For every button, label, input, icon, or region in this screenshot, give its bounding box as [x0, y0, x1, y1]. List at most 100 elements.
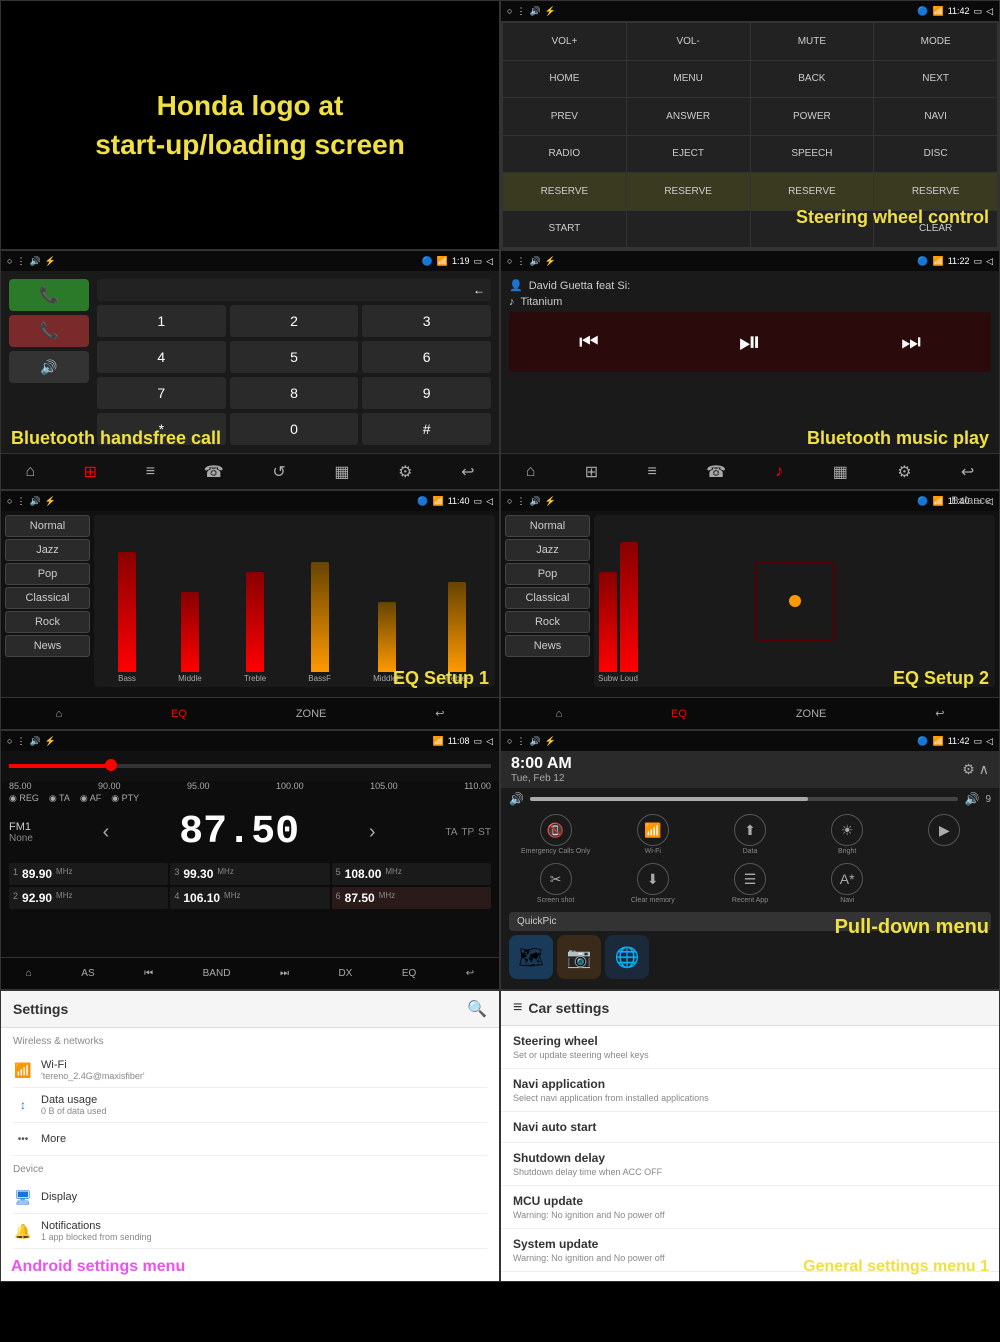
navi-auto-start-item[interactable]: Navi auto start: [501, 1112, 999, 1143]
eq-preset-normal[interactable]: Normal: [5, 515, 90, 537]
fm-preset-6[interactable]: 6 87.50 MHz: [332, 887, 491, 909]
fm-slider-track[interactable]: [9, 764, 491, 768]
num-8[interactable]: 8: [230, 377, 359, 409]
steer-disc[interactable]: DISC: [874, 136, 997, 173]
eq1-nav-home[interactable]: ⌂: [55, 708, 62, 720]
eq2-preset-jazz[interactable]: Jazz: [505, 539, 590, 561]
fm-preset-2[interactable]: 2 92.90 MHz: [9, 887, 168, 909]
steer-next[interactable]: NEXT: [874, 61, 997, 98]
eq2-preset-rock[interactable]: Rock: [505, 611, 590, 633]
display-item[interactable]: 🖥 Display: [13, 1181, 487, 1214]
notifications-item[interactable]: 🔔 Notifications 1 app blocked from sendi…: [13, 1214, 487, 1249]
pd-app-maps[interactable]: 🗺: [509, 935, 553, 979]
data-usage-item[interactable]: ↕ Data usage 0 B of data used: [13, 1088, 487, 1123]
num-hash[interactable]: #: [362, 413, 491, 445]
fm-btn-back[interactable]: ↩: [466, 968, 474, 979]
steer-reserve3[interactable]: RESERVE: [751, 173, 874, 210]
mcu-update-item[interactable]: MCU update Warning: No ignition and No p…: [501, 1186, 999, 1229]
pd-expand-icon[interactable]: ∧: [979, 761, 989, 778]
eq2-nav-eq[interactable]: EQ: [671, 708, 687, 720]
android-search-icon[interactable]: 🔍: [467, 999, 487, 1019]
fm-btn-next[interactable]: ⏭: [280, 968, 289, 979]
pd-recent-app-icon[interactable]: ☰: [734, 863, 766, 895]
steer-start[interactable]: START: [503, 211, 626, 248]
num-3[interactable]: 3: [362, 305, 491, 337]
eq-preset-news[interactable]: News: [5, 635, 90, 657]
nav-doc[interactable]: ▦: [334, 462, 349, 482]
num-6[interactable]: 6: [362, 341, 491, 373]
nav-arrow[interactable]: ↺: [272, 462, 285, 482]
steer-answer[interactable]: ANSWER: [627, 98, 750, 135]
steer-mute[interactable]: MUTE: [751, 23, 874, 60]
pd-app-camera[interactable]: 📷: [557, 935, 601, 979]
fm-btn-dx[interactable]: DX: [338, 968, 352, 979]
more-item[interactable]: ••• More: [13, 1123, 487, 1156]
eq-preset-jazz[interactable]: Jazz: [5, 539, 90, 561]
num-1[interactable]: 1: [97, 305, 226, 337]
fm-preset-4[interactable]: 4 106.10 MHz: [170, 887, 329, 909]
pd-settings-icon[interactable]: ⚙: [962, 761, 975, 778]
fm-btn-prev[interactable]: ⏮: [144, 968, 153, 979]
steering-wheel-item[interactable]: Steering wheel Set or update steering wh…: [501, 1026, 999, 1069]
nav-apps[interactable]: ≡: [146, 463, 155, 481]
steer-speech[interactable]: SPEECH: [751, 136, 874, 173]
mute-button[interactable]: 🔊: [9, 351, 89, 383]
steer-menu[interactable]: MENU: [627, 61, 750, 98]
pd-next-icon[interactable]: ▶: [928, 814, 960, 846]
num-4[interactable]: 4: [97, 341, 226, 373]
fm-slider-bar[interactable]: [1, 751, 499, 781]
pd-app-chrome[interactable]: 🌐: [605, 935, 649, 979]
play-pause-button[interactable]: ⏯: [739, 326, 761, 359]
music-nav-doc[interactable]: ▦: [833, 462, 848, 482]
nav-home[interactable]: ⌂: [25, 463, 35, 481]
fm-btn-band[interactable]: BAND: [203, 968, 231, 979]
steer-prev[interactable]: PREV: [503, 98, 626, 135]
eq2-preset-pop[interactable]: Pop: [505, 563, 590, 585]
steer-reserve1[interactable]: RESERVE: [503, 173, 626, 210]
music-nav-grid[interactable]: ⊞: [585, 462, 598, 482]
steer-vol-minus[interactable]: VOL-: [627, 23, 750, 60]
fm-preset-1[interactable]: 1 89.90 MHz: [9, 863, 168, 885]
nav-settings[interactable]: ⚙: [398, 462, 412, 482]
fm-next-button[interactable]: ›: [369, 821, 376, 844]
backspace-btn[interactable]: ←: [473, 283, 485, 297]
eq1-nav-back[interactable]: ↩: [435, 707, 444, 720]
call-accept-button[interactable]: 📞: [9, 279, 89, 311]
music-nav-music[interactable]: ♪: [775, 463, 783, 481]
pd-data-icon[interactable]: ⬆: [734, 814, 766, 846]
hamburger-icon[interactable]: ≡: [513, 999, 522, 1017]
music-nav-phone[interactable]: ☎: [706, 462, 726, 482]
wifi-item[interactable]: 📶 Wi-Fi 'tereno_2.4G@maxisfiber': [13, 1053, 487, 1088]
steer-reserve2[interactable]: RESERVE: [627, 173, 750, 210]
num-2[interactable]: 2: [230, 305, 359, 337]
num-7[interactable]: 7: [97, 377, 226, 409]
music-nav-apps[interactable]: ≡: [647, 463, 656, 481]
next-track-button[interactable]: ⏭: [901, 329, 921, 355]
music-nav-settings[interactable]: ⚙: [897, 462, 911, 482]
music-nav-home[interactable]: ⌂: [526, 463, 536, 481]
pd-clear-memory-icon[interactable]: ⬇: [637, 863, 669, 895]
pd-screenshot-icon[interactable]: ✂: [540, 863, 572, 895]
pd-emergency-icon[interactable]: 📵: [540, 814, 572, 846]
pd-wifi-icon[interactable]: 📶: [637, 814, 669, 846]
prev-track-button[interactable]: ⏮: [579, 329, 599, 355]
eq2-nav-zone[interactable]: ZONE: [796, 708, 827, 720]
fm-btn-home[interactable]: ⌂: [26, 968, 32, 979]
eq2-preset-classical[interactable]: Classical: [505, 587, 590, 609]
call-reject-button[interactable]: 📞: [9, 315, 89, 347]
eq-preset-pop[interactable]: Pop: [5, 563, 90, 585]
eq1-nav-zone[interactable]: ZONE: [296, 708, 327, 720]
eq-preset-classical[interactable]: Classical: [5, 587, 90, 609]
eq2-preset-news[interactable]: News: [505, 635, 590, 657]
navi-application-item[interactable]: Navi application Select navi application…: [501, 1069, 999, 1112]
music-nav-back[interactable]: ↩: [961, 462, 974, 482]
num-5[interactable]: 5: [230, 341, 359, 373]
nav-phone[interactable]: ☎: [204, 462, 224, 482]
pd-navi-icon[interactable]: A*: [831, 863, 863, 895]
fm-btn-eq[interactable]: EQ: [402, 968, 416, 979]
fm-preset-5[interactable]: 5 108.00 MHz: [332, 863, 491, 885]
nav-grid[interactable]: ⊞: [84, 462, 97, 482]
steer-reserve4[interactable]: RESERVE: [874, 173, 997, 210]
fm-preset-3[interactable]: 3 99.30 MHz: [170, 863, 329, 885]
num-0[interactable]: 0: [230, 413, 359, 445]
